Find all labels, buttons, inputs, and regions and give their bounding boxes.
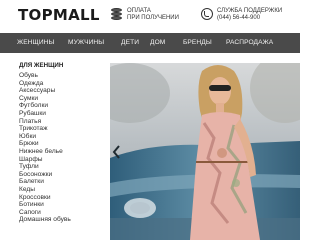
support-info: СЛУЖБА ПОДДЕРЖКИ (044) 56-44-900: [201, 8, 282, 22]
sidebar-item-trainers[interactable]: Кроссовки: [19, 194, 71, 202]
payment-line-2: ПРИ ПОЛУЧЕНИИ: [127, 15, 179, 21]
sidebar-item-knitwear[interactable]: Трикотаж: [19, 125, 71, 133]
sidebar: ДЛЯ ЖЕНЩИН Обувь Одежда Аксессуары Сумки…: [0, 53, 107, 240]
sidebar-item-shirts[interactable]: Рубашки: [19, 110, 71, 118]
main-nav: ЖЕНЩИНЫ МУЖЧИНЫ ДЕТИ ДОМ БРЕНДЫ РАСПРОДА…: [0, 33, 300, 53]
category-list: Обувь Одежда Аксессуары Сумки Футболки Р…: [19, 72, 71, 224]
payment-line-1: ОПЛАТА: [127, 8, 151, 14]
header: TOPMALL ОПЛАТА ПРИ ПОЛУЧЕНИИ СЛУЖБА ПОДД…: [0, 0, 300, 33]
sidebar-item-accessories[interactable]: Аксессуары: [19, 87, 71, 95]
phone-icon: [201, 8, 213, 20]
sidebar-item-sneakers[interactable]: Кеды: [19, 186, 71, 194]
support-phone[interactable]: (044) 56-44-900: [217, 15, 282, 22]
coins-icon: [111, 8, 123, 22]
sidebar-item-home-shoes[interactable]: Домашняя обувь: [19, 216, 71, 224]
payment-info: ОПЛАТА ПРИ ПОЛУЧЕНИИ: [111, 8, 179, 22]
sidebar-item-trousers[interactable]: Брюки: [19, 140, 71, 148]
sidebar-item-skirts[interactable]: Юбки: [19, 133, 71, 141]
nav-item-women[interactable]: ЖЕНЩИНЫ: [17, 39, 54, 46]
sidebar-item-dresses[interactable]: Платья: [19, 118, 71, 126]
sidebar-item-shoes[interactable]: Обувь: [19, 72, 71, 80]
sidebar-item-underwear[interactable]: Нижнее белье: [19, 148, 71, 156]
sidebar-item-ballet-flats[interactable]: Балетки: [19, 178, 71, 186]
banner-photo: [110, 63, 300, 240]
logo[interactable]: TOPMALL: [18, 6, 100, 24]
nav-item-home[interactable]: ДОМ: [150, 39, 165, 46]
support-label: СЛУЖБА ПОДДЕРЖКИ: [217, 8, 283, 14]
sidebar-item-clothing[interactable]: Одежда: [19, 80, 71, 88]
nav-item-kids[interactable]: ДЕТИ: [121, 39, 139, 46]
sidebar-item-pumps[interactable]: Туфли: [19, 163, 71, 171]
sidebar-item-scarves[interactable]: Шарфы: [19, 156, 71, 164]
sidebar-item-boots[interactable]: Ботинки: [19, 201, 71, 209]
sidebar-item-tshirts[interactable]: Футболки: [19, 102, 71, 110]
sidebar-item-sandals[interactable]: Босоножки: [19, 171, 71, 179]
nav-item-men[interactable]: МУЖЧИНЫ: [68, 39, 104, 46]
nav-item-brands[interactable]: БРЕНДЫ: [183, 39, 212, 46]
sidebar-title: ДЛЯ ЖЕНЩИН: [19, 62, 64, 69]
chevron-left-icon[interactable]: [112, 145, 122, 159]
nav-item-sale[interactable]: РАСПРОДАЖА: [226, 39, 273, 46]
hero-banner[interactable]: [110, 63, 300, 240]
